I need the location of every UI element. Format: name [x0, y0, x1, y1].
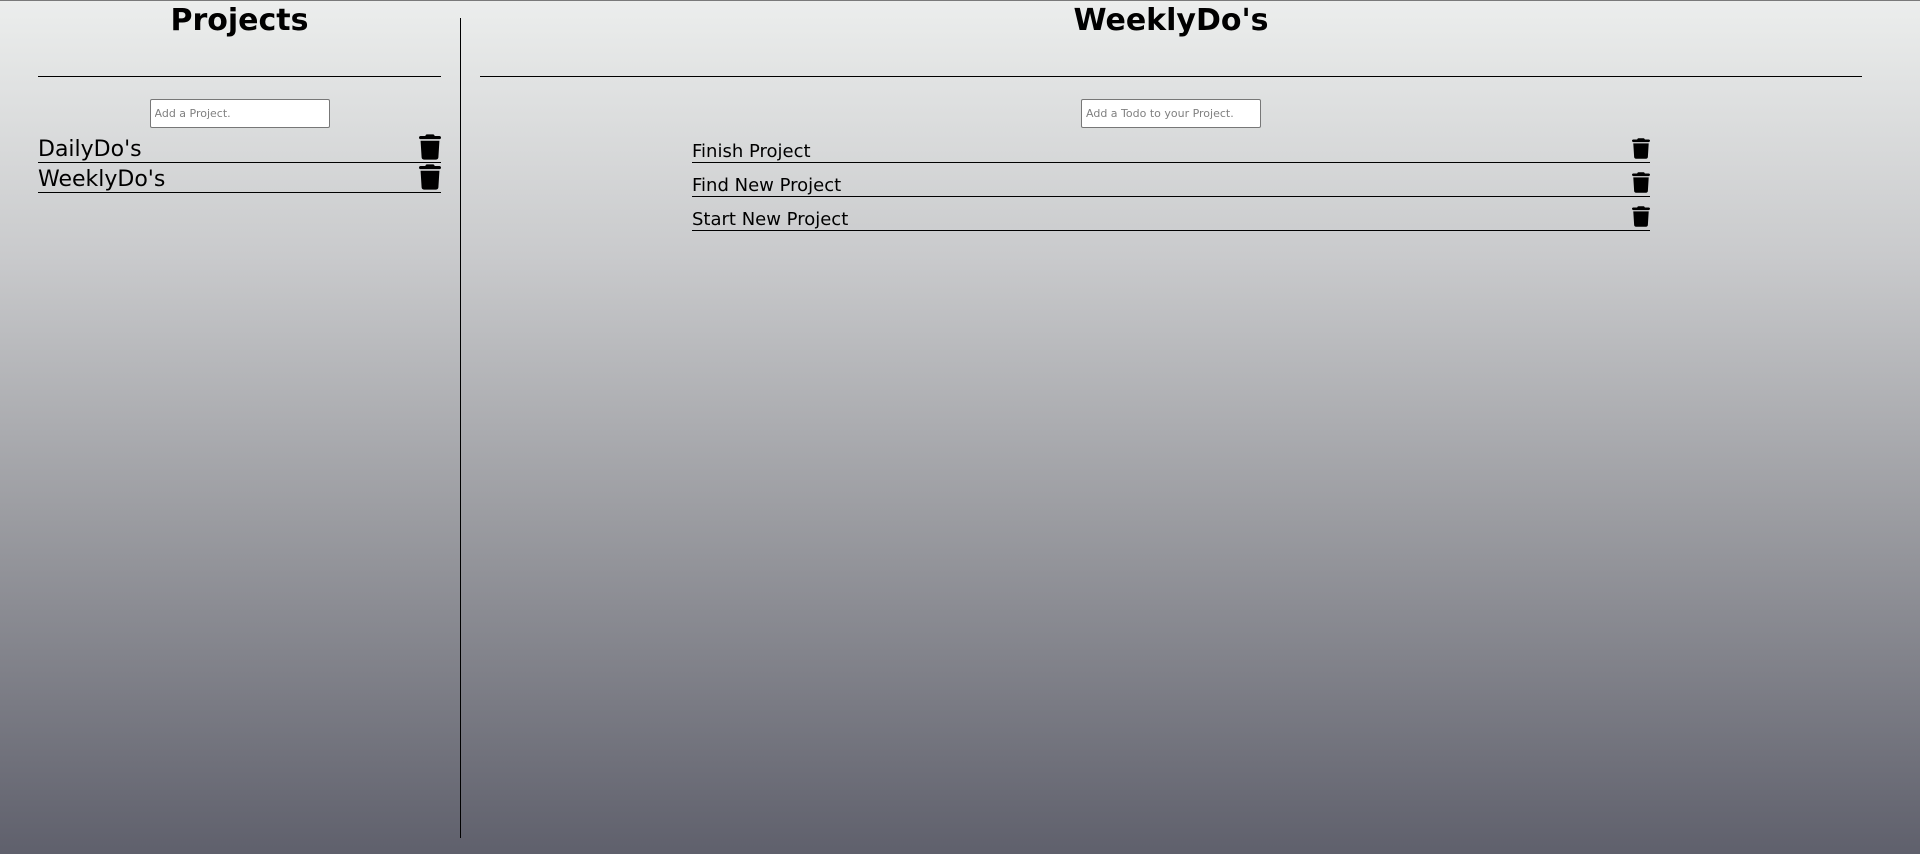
todo-item-label: Finish Project	[692, 141, 811, 162]
trash-icon[interactable]	[1632, 172, 1650, 193]
project-main: WeeklyDo's Finish Project Find New Proje…	[480, 1, 1862, 231]
trash-icon[interactable]	[1632, 206, 1650, 227]
todo-item-label: Find New Project	[692, 175, 842, 196]
project-item-weeklydos[interactable]: WeeklyDo's	[38, 163, 441, 193]
sidebar-divider	[460, 18, 461, 838]
project-item-label[interactable]: WeeklyDo's	[38, 169, 165, 191]
todo-input-row	[480, 99, 1862, 128]
project-input-row	[38, 99, 441, 128]
todo-item: Start New Project	[692, 197, 1650, 231]
projects-sidebar: Projects DailyDo's WeeklyDo's	[38, 1, 441, 193]
project-item-label[interactable]: DailyDo's	[38, 139, 142, 161]
trash-icon[interactable]	[1632, 138, 1650, 159]
add-todo-input[interactable]	[1081, 99, 1261, 128]
project-item-dailydos[interactable]: DailyDo's	[38, 133, 441, 163]
todo-item: Finish Project	[692, 131, 1650, 163]
todo-item: Find New Project	[692, 163, 1650, 197]
todo-list: Finish Project Find New Project Start Ne…	[692, 131, 1650, 231]
trash-icon[interactable]	[419, 134, 441, 160]
todo-item-label: Start New Project	[692, 209, 849, 230]
project-title: WeeklyDo's	[480, 1, 1862, 77]
projects-title: Projects	[38, 1, 441, 77]
add-project-input[interactable]	[149, 99, 330, 128]
project-list: DailyDo's WeeklyDo's	[38, 133, 441, 193]
trash-icon[interactable]	[419, 164, 441, 190]
